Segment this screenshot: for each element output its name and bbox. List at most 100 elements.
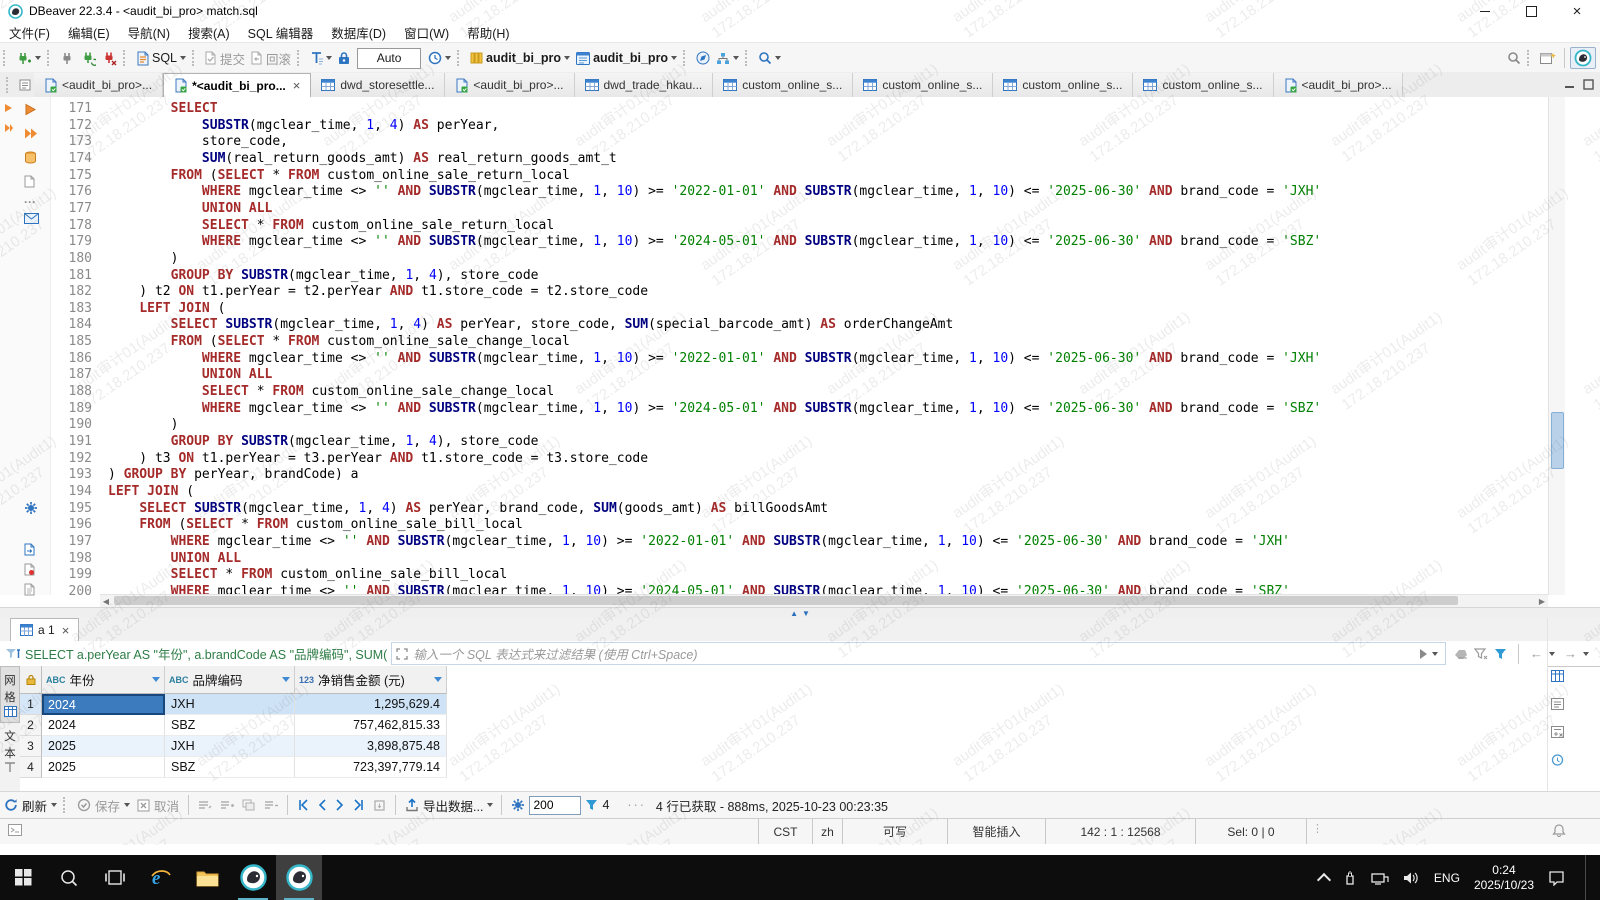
result-grid[interactable]: ABC年份ABC品牌编码123净销售金额 (元)12024JXH1,295,62… bbox=[20, 666, 1548, 792]
rollback-button[interactable]: 回滚 bbox=[248, 46, 294, 70]
dbeaver-taskbar-icon-active[interactable] bbox=[276, 855, 322, 900]
cancel-button[interactable]: 取消 bbox=[133, 794, 183, 816]
editor-settings-icon[interactable] bbox=[24, 501, 38, 515]
maximize-button[interactable] bbox=[1508, 0, 1554, 22]
row-number[interactable]: 3 bbox=[20, 736, 42, 757]
show-desktop-button[interactable] bbox=[1585, 855, 1590, 900]
lock-button[interactable] bbox=[335, 46, 353, 70]
row-number[interactable]: 4 bbox=[20, 757, 42, 778]
menu-item-5[interactable]: 数据库(D) bbox=[322, 23, 395, 42]
splitter-up-icon[interactable]: ▲ bbox=[790, 610, 798, 618]
dbeaver-perspective-button[interactable] bbox=[1570, 47, 1596, 69]
error-file-icon[interactable] bbox=[24, 563, 35, 576]
disconnect-button[interactable] bbox=[99, 46, 120, 70]
row-number[interactable]: 2 bbox=[20, 715, 42, 736]
next-page-button[interactable] bbox=[331, 794, 349, 816]
panel-grid-icon[interactable] bbox=[1551, 670, 1564, 682]
filter-history-dropdown[interactable] bbox=[1432, 652, 1438, 656]
network-tray-icon[interactable] bbox=[1371, 871, 1389, 885]
transaction-mode-dropdown[interactable] bbox=[326, 56, 332, 60]
minimize-button[interactable] bbox=[1462, 0, 1508, 22]
close-results-icon[interactable]: × bbox=[62, 623, 70, 638]
editor-tab-9[interactable]: <audit_bi_pro>... bbox=[1274, 73, 1403, 97]
editor-horizontal-scrollbar[interactable]: ◀ ▶ bbox=[100, 594, 1548, 607]
sort-dropdown-icon[interactable] bbox=[282, 677, 290, 682]
splitter-down-icon[interactable]: ▼ bbox=[802, 610, 810, 618]
grid-cell[interactable]: 1,295,629.4 bbox=[295, 694, 447, 715]
status-segment-5[interactable]: Sel: 0 | 0 bbox=[1195, 819, 1307, 844]
dashboard-button[interactable] bbox=[693, 46, 713, 70]
console-status-icon[interactable] bbox=[8, 824, 22, 836]
panel-metadata-icon[interactable] bbox=[1551, 754, 1564, 766]
action-center-icon[interactable] bbox=[1548, 870, 1565, 886]
grid-cell[interactable]: 3,898,875.48 bbox=[295, 736, 447, 757]
explain-plan-icon[interactable] bbox=[24, 151, 37, 164]
perspective-run-icon[interactable] bbox=[4, 103, 14, 113]
code-area[interactable]: SELECT SUBSTR(mgclear_time, 1, 4) AS per… bbox=[108, 101, 1544, 595]
menu-item-6[interactable]: 窗口(W) bbox=[395, 23, 458, 42]
export-dropdown[interactable] bbox=[487, 803, 493, 807]
editor-tab-5[interactable]: custom_online_s... bbox=[713, 73, 853, 97]
column-header-0[interactable]: ABC年份 bbox=[42, 666, 165, 694]
internet-explorer-icon[interactable]: e bbox=[138, 855, 184, 900]
cluster-button[interactable] bbox=[713, 46, 733, 70]
scroll-right-icon[interactable]: ▶ bbox=[1536, 595, 1548, 607]
dbeaver-taskbar-icon[interactable] bbox=[230, 855, 276, 900]
menu-item-3[interactable]: 搜索(A) bbox=[179, 23, 239, 42]
minimize-panel-icon[interactable] bbox=[1564, 79, 1575, 90]
close-button[interactable]: × bbox=[1554, 0, 1600, 22]
search-button[interactable] bbox=[755, 46, 775, 70]
new-connection-dropdown[interactable] bbox=[35, 56, 41, 60]
grid-cell[interactable]: JXH bbox=[165, 694, 295, 715]
toolbar-overflow-icon[interactable]: ··· bbox=[627, 798, 646, 812]
status-more-icon[interactable]: ⋮ bbox=[1312, 822, 1323, 835]
results-tab[interactable]: a 1 × bbox=[10, 618, 79, 641]
search-dropdown[interactable] bbox=[775, 56, 781, 60]
sort-dropdown-icon[interactable] bbox=[434, 677, 442, 682]
column-header-1[interactable]: ABC品牌编码 bbox=[165, 666, 295, 694]
custom-filter-icon[interactable] bbox=[1494, 648, 1507, 660]
save-dropdown[interactable] bbox=[124, 803, 130, 807]
presentation-tab-text[interactable]: 文本 bbox=[0, 723, 20, 778]
filter-input[interactable]: 输入一个 SQL 表达式来过滤结果 (使用 Ctrl+Space) bbox=[391, 642, 1446, 665]
filter-rows-icon[interactable] bbox=[581, 794, 602, 816]
editor-vertical-scrollbar[interactable] bbox=[1548, 97, 1565, 595]
panel-value-icon[interactable] bbox=[1551, 698, 1564, 710]
transaction-mode-button[interactable] bbox=[307, 46, 326, 70]
save-button[interactable]: 保存 bbox=[73, 794, 124, 816]
database-dropdown[interactable] bbox=[564, 56, 570, 60]
editor-tab-0[interactable]: <audit_bi_pro>... bbox=[34, 73, 163, 97]
filter-back-icon[interactable]: ← bbox=[1530, 646, 1543, 661]
editor-tab-7[interactable]: custom_online_s... bbox=[993, 73, 1133, 97]
export-data-button[interactable]: 导出数据... bbox=[401, 794, 487, 816]
apply-filter-icon[interactable] bbox=[1420, 649, 1427, 659]
grid-cell[interactable]: SBZ bbox=[165, 757, 295, 778]
status-segment-3[interactable]: 智能插入 bbox=[947, 819, 1045, 844]
menu-item-7[interactable]: 帮助(H) bbox=[458, 23, 518, 42]
refresh-button[interactable]: 刷新 bbox=[0, 794, 51, 816]
last-page-button[interactable] bbox=[349, 794, 369, 816]
perspective-script-icon[interactable] bbox=[4, 123, 14, 133]
cluster-dropdown[interactable] bbox=[733, 56, 739, 60]
taskbar-clock[interactable]: 0:24 2025/10/23 bbox=[1474, 863, 1534, 893]
close-tab-icon[interactable]: × bbox=[293, 78, 301, 93]
taskbar-search-button[interactable] bbox=[46, 855, 92, 900]
add-row-icon[interactable] bbox=[216, 794, 238, 816]
new-connection-button[interactable] bbox=[13, 46, 35, 70]
vertical-scroll-thumb[interactable] bbox=[1551, 412, 1564, 469]
open-view-button[interactable] bbox=[1537, 46, 1559, 70]
previous-page-button[interactable] bbox=[313, 794, 331, 816]
grid-settings-icon[interactable] bbox=[507, 794, 529, 816]
status-segment-2[interactable]: 可写 bbox=[842, 819, 947, 844]
grid-cell[interactable]: 2025 bbox=[42, 757, 165, 778]
sql-editor[interactable]: ··· 171172173174175176177178179180181182… bbox=[0, 97, 1600, 607]
sort-dropdown-icon[interactable] bbox=[152, 677, 160, 682]
execute-script-icon[interactable] bbox=[24, 127, 38, 140]
menu-item-4[interactable]: SQL 编辑器 bbox=[239, 23, 323, 42]
log-file-icon[interactable] bbox=[24, 583, 35, 596]
reconnect-button[interactable] bbox=[78, 46, 99, 70]
execute-statement-icon[interactable] bbox=[24, 103, 37, 116]
fetch-size-input[interactable] bbox=[529, 796, 581, 815]
transaction-log-button[interactable] bbox=[425, 46, 445, 70]
menu-item-2[interactable]: 导航(N) bbox=[119, 23, 179, 42]
